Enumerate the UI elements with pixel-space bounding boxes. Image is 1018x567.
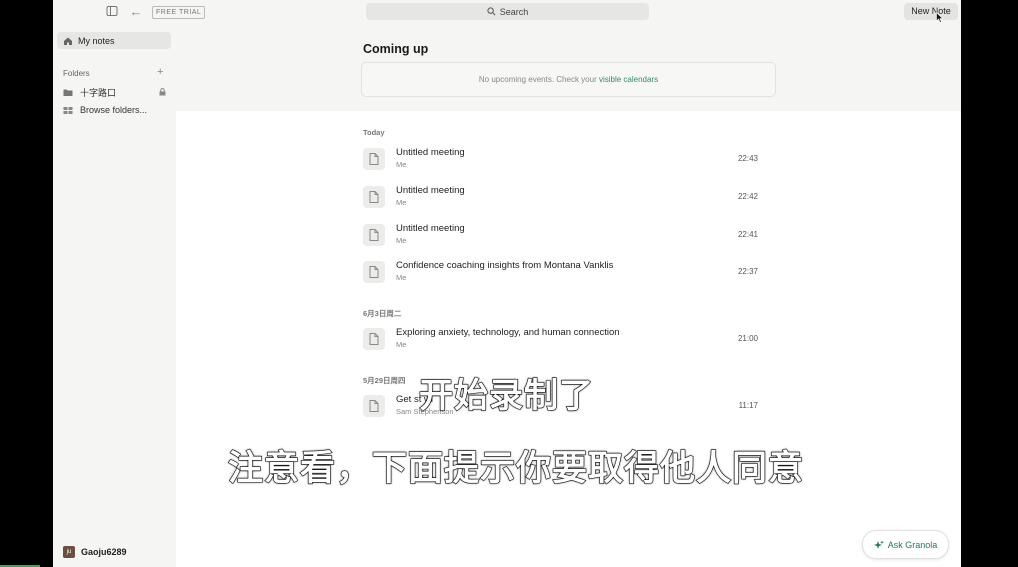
sparkle-icon <box>873 540 884 549</box>
folder-label: 十字路口 <box>80 88 117 98</box>
note-time: 22:42 <box>737 192 758 201</box>
document-icon <box>363 186 385 208</box>
username: Gaoju6289 <box>81 547 127 557</box>
home-icon <box>64 37 72 45</box>
note-author: Me <box>396 340 407 349</box>
upcoming-events-box: No upcoming events. Check your visible c… <box>361 62 776 97</box>
document-icon <box>363 224 385 246</box>
lock-icon <box>159 88 166 96</box>
sidebar: My notes Folders + 十字路口 Browse folders..… <box>53 24 175 567</box>
search-label: Search <box>499 6 529 17</box>
sidebar-item-browse-folders[interactable]: Browse folders... <box>63 105 147 115</box>
free-trial-badge: FREE TRIAL <box>152 6 206 19</box>
note-title: Untitled meeting <box>396 147 465 158</box>
group-header-today: Today <box>363 128 385 137</box>
note-time: 22:41 <box>737 230 758 239</box>
note-time: 11:17 <box>738 401 758 410</box>
sidebar-item-my-notes[interactable]: My notes <box>57 32 171 49</box>
note-time: 21:00 <box>737 334 758 343</box>
visible-calendars-link[interactable]: visible calendars <box>599 75 658 84</box>
note-title: Untitled meeting <box>396 223 465 234</box>
note-row[interactable]: Untitled meeting Me 22:43 <box>363 146 771 172</box>
document-icon <box>363 328 385 350</box>
sidebar-item-folder[interactable]: 十字路口 <box>63 86 116 99</box>
note-row[interactable]: Untitled meeting Me 22:42 <box>363 184 771 210</box>
note-author: Me <box>396 273 407 282</box>
browse-folders-label: Browse folders... <box>80 105 148 115</box>
mouse-cursor-icon <box>936 12 944 23</box>
coming-up-title: Coming up <box>363 42 429 56</box>
search-bar[interactable]: Search <box>366 3 649 20</box>
note-author: Me <box>396 160 407 169</box>
events-empty-text: No upcoming events. Check your <box>478 75 599 84</box>
group-header-date: 6月3日周二 <box>363 309 402 318</box>
note-row[interactable]: Untitled meeting Me 22:41 <box>363 222 771 248</box>
sidebar-item-label: My notes <box>78 35 115 46</box>
note-row[interactable]: Confidence coaching insights from Montan… <box>363 259 771 285</box>
ask-granola-label: Ask Granola <box>887 539 938 550</box>
document-icon <box>363 148 385 170</box>
back-arrow-icon[interactable]: ← <box>129 5 143 19</box>
folder-icon <box>63 89 73 96</box>
new-note-button[interactable]: New Note <box>904 3 958 20</box>
document-icon <box>363 261 385 283</box>
note-row[interactable]: Exploring anxiety, technology, and human… <box>363 326 771 352</box>
sidebar-toggle-icon[interactable] <box>105 5 119 19</box>
note-time: 22:37 <box>737 267 758 276</box>
coming-up-section: Coming up No upcoming events. Check your… <box>176 24 961 111</box>
note-title: Exploring anxiety, technology, and human… <box>396 327 620 338</box>
user-profile[interactable]: ju Gaoju6289 <box>63 546 127 558</box>
browse-folders-icon <box>63 106 73 114</box>
subtitle-line-2: 注意看，下面提示你要取得他人同意 <box>227 448 805 489</box>
notes-list: Today Untitled meeting Me 22:43 Untitled… <box>176 111 961 567</box>
search-icon <box>487 7 496 16</box>
avatar: ju <box>63 546 75 558</box>
group-header-date: 5月29日周四 <box>363 376 406 385</box>
top-bar: ← FREE TRIAL Search New Note <box>53 0 961 24</box>
note-time: 22:43 <box>737 154 758 163</box>
note-author: Me <box>396 236 407 245</box>
note-author: Me <box>396 198 407 207</box>
note-title: Untitled meeting <box>396 185 465 196</box>
document-icon <box>363 395 385 417</box>
ask-granola-button[interactable]: Ask Granola <box>862 530 949 559</box>
folders-header: Folders <box>63 69 90 78</box>
add-folder-icon[interactable]: + <box>157 66 163 78</box>
note-title: Confidence coaching insights from Montan… <box>396 260 614 271</box>
subtitle-line-1: 开始录制了 <box>418 375 594 416</box>
